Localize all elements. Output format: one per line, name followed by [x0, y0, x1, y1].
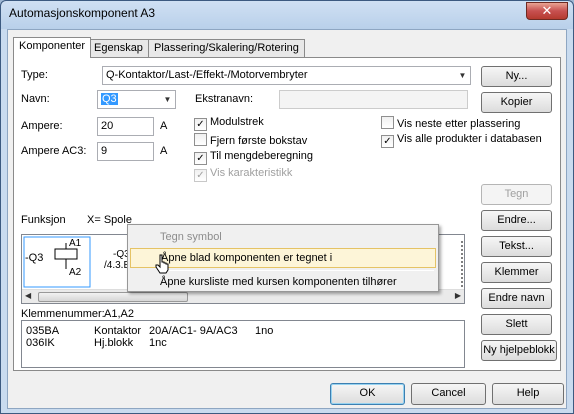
chevron-down-icon: ▼	[458, 71, 467, 80]
checkbox-box	[381, 116, 394, 129]
symbol-name: -Q3	[25, 252, 44, 264]
coil-symbol	[54, 248, 78, 260]
ampere-field[interactable]: 20	[97, 117, 154, 136]
scroll-left-icon[interactable]: ◀	[25, 291, 31, 300]
terminal-code: 036IK	[26, 337, 55, 349]
type-label: Type:	[21, 69, 48, 81]
checkbox-label: Vis karakteristikk	[210, 167, 293, 179]
ampere-ac3-field[interactable]: 9	[97, 142, 154, 161]
klemmer-button[interactable]: Klemmer	[481, 262, 552, 283]
checkbox-box: ✓	[194, 169, 207, 182]
checkbox-label: Vis alle produkter i databasen	[397, 133, 542, 145]
checkbox-box: ✓	[194, 152, 207, 165]
context-menu: Tegn symbol Åpne blad komponenten er teg…	[127, 224, 439, 292]
dialog-client: Komponenter Egenskap Plassering/Skalerin…	[7, 29, 567, 409]
tab-egenskap[interactable]: Egenskap	[88, 39, 149, 57]
komponenter-panel: Type: Q-Kontaktor/Last-/Effekt-/Motorvem…	[13, 57, 561, 371]
navn-select[interactable]: Q3 ▼	[97, 90, 176, 109]
terminal-type: Hj.blokk	[94, 337, 134, 349]
ampere-ac3-unit: A	[160, 145, 168, 157]
type-select[interactable]: Q-Kontaktor/Last-/Effekt-/Motorvembryter…	[102, 66, 471, 85]
terminal-a1-label: A1	[69, 238, 82, 249]
terminal-type: Kontaktor	[94, 325, 142, 337]
checkbox-vis-neste-etter-plassering[interactable]: Vis neste etter plassering	[381, 116, 520, 130]
ny-hjelpeblokk-button[interactable]: Ny hjelpeblokk	[481, 340, 557, 361]
menu-item-open-circuit-list[interactable]: Åpne kursliste med kursen komponenten ti…	[130, 272, 436, 292]
ampere-label: Ampere:	[21, 120, 63, 132]
terminal-list[interactable]: 035BA Kontaktor 20A/AC1- 9A/AC3 1no 036I…	[21, 320, 465, 368]
checkbox-fjern-forste-bokstav[interactable]: Fjern første bokstav	[194, 133, 307, 147]
checkbox-box: ✓	[381, 135, 394, 148]
ampere-ac3-label: Ampere AC3:	[21, 145, 87, 157]
ekstranavn-field[interactable]	[279, 90, 468, 109]
slett-button[interactable]: Slett	[481, 314, 552, 335]
checkbox-box	[194, 133, 207, 146]
ekstranavn-label: Ekstranavn:	[195, 93, 254, 105]
ok-button[interactable]: OK	[330, 383, 405, 405]
chevron-down-icon: ▼	[163, 95, 172, 104]
checkbox-label: Modulstrek	[210, 116, 264, 128]
checkbox-box: ✓	[194, 118, 207, 131]
window-title: Automasjonskomponent A3	[9, 6, 156, 20]
menu-separator	[158, 270, 434, 271]
checkbox-label: Vis neste etter plassering	[397, 118, 521, 130]
terminal-contacts: 1no	[255, 325, 274, 337]
checkbox-modulstrek[interactable]: ✓ Modulstrek	[194, 116, 264, 131]
checkbox-vis-karakteristikk[interactable]: ✓ Vis karakteristikk	[194, 167, 293, 182]
dialog-window: Automasjonskomponent A3 ✕ Komponenter Eg…	[0, 0, 574, 414]
navn-label: Navn:	[21, 93, 50, 105]
close-icon: ✕	[541, 3, 553, 18]
scrollbar-thumb[interactable]	[38, 292, 188, 302]
endre-navn-button[interactable]: Endre navn	[481, 288, 552, 309]
navn-value: Q3	[101, 93, 118, 105]
funksjon-label: Funksjon	[21, 214, 66, 226]
tab-komponenter[interactable]: Komponenter	[13, 37, 92, 58]
funksjon-value: X= Spole	[87, 214, 132, 226]
kopier-button[interactable]: Kopier	[481, 92, 552, 113]
checkbox-label: Til mengdeberegning	[210, 150, 313, 162]
tegn-button[interactable]: Tegn	[481, 184, 552, 205]
hand-cursor-icon	[155, 254, 169, 274]
checkbox-til-mengdeberegning[interactable]: ✓ Til mengdeberegning	[194, 150, 313, 165]
terminal-rating: 20A/AC1- 9A/AC3	[149, 325, 238, 337]
endre-button[interactable]: Endre...	[481, 210, 552, 231]
terminal-a2-label: A2	[69, 267, 82, 278]
tab-plassering[interactable]: Plassering/Skalering/Rotering	[148, 39, 305, 57]
scroll-right-icon[interactable]: ▶	[455, 291, 461, 300]
ampere-unit: A	[160, 120, 168, 132]
tekst-button[interactable]: Tekst...	[481, 236, 552, 257]
cancel-button[interactable]: Cancel	[411, 383, 486, 405]
help-button[interactable]: Help	[492, 383, 564, 405]
klemmenummer-value: A1,A2	[104, 308, 134, 320]
menu-item-open-sheet[interactable]: Åpne blad komponenten er tegnet i	[130, 248, 436, 268]
checkbox-label: Fjern første bokstav	[210, 135, 308, 147]
terminal-code: 035BA	[26, 325, 60, 337]
terminal-rating: 1nc	[149, 337, 167, 349]
title-bar[interactable]: Automasjonskomponent A3 ✕	[1, 1, 573, 27]
checkbox-vis-alle-produkter[interactable]: ✓ Vis alle produkter i databasen	[381, 133, 542, 148]
menu-item-tegn-symbol[interactable]: Tegn symbol	[130, 227, 436, 247]
type-value: Q-Kontaktor/Last-/Effekt-/Motorvembryter	[106, 69, 308, 81]
klemmenummer-label: Klemmenummer:	[21, 308, 105, 320]
ny-button[interactable]: Ny...	[481, 66, 552, 87]
close-button[interactable]: ✕	[526, 2, 568, 20]
